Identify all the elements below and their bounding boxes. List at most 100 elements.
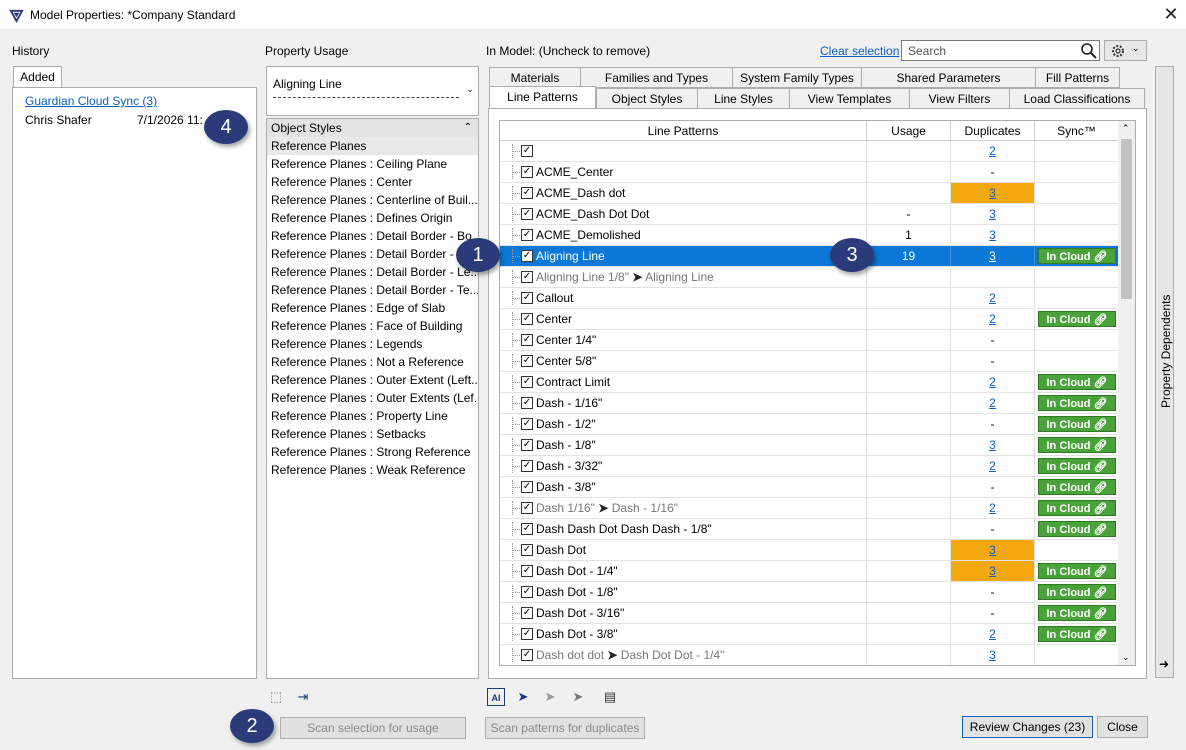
scrollbar-thumb[interactable] — [1121, 139, 1132, 299]
keep-checkbox[interactable]: ✓ — [521, 502, 533, 514]
in-cloud-badge[interactable]: In Cloud 🔗︎ — [1038, 248, 1116, 264]
in-cloud-badge[interactable]: In Cloud 🔗︎ — [1038, 395, 1116, 411]
tab-load-classifications[interactable]: Load Classifications — [1009, 88, 1145, 109]
in-cloud-badge[interactable]: In Cloud 🔗︎ — [1038, 563, 1116, 579]
keep-checkbox[interactable]: ✓ — [521, 628, 533, 640]
duplicates-link[interactable]: 2 — [989, 501, 996, 515]
merge-icon[interactable]: ➤ — [514, 688, 532, 706]
table-row[interactable]: ✓ Center 5/8" - — [500, 351, 1120, 372]
history-entry-sync[interactable]: Guardian Cloud Sync (3) — [25, 94, 157, 108]
column-header-line-patterns[interactable]: Line Patterns — [500, 121, 867, 141]
table-row[interactable]: ✓ Dash - 1/16" 2 In Cloud 🔗︎ — [500, 393, 1120, 414]
table-row[interactable]: ✓ Aligning Line 19 3 In Cloud 🔗︎ — [500, 246, 1120, 267]
in-cloud-badge[interactable]: In Cloud 🔗︎ — [1038, 374, 1116, 390]
keep-checkbox[interactable]: ✓ — [521, 649, 533, 661]
tab-view-templates[interactable]: View Templates — [789, 88, 910, 109]
table-row[interactable]: ✓ Aligning Line 1/8" ➤ Aligning Line — [500, 267, 1120, 288]
table-row[interactable]: ✓ Callout 2 — [500, 288, 1120, 309]
tab-line-styles[interactable]: Line Styles — [697, 88, 790, 109]
usage-list-item[interactable]: Reference Planes : Strong Reference — [267, 443, 478, 461]
close-icon[interactable]: ✕ — [1160, 3, 1182, 25]
duplicates-link[interactable]: 3 — [989, 249, 996, 263]
search-input[interactable]: Search — [901, 40, 1100, 61]
keep-checkbox[interactable]: ✓ — [521, 397, 533, 409]
table-row[interactable]: ✓ Dash - 1/8" 3 In Cloud 🔗︎ — [500, 435, 1120, 456]
usage-list-item[interactable]: Reference Planes : Outer Extent (Left... — [267, 371, 478, 389]
merge-disabled-icon[interactable]: ➤ — [541, 688, 559, 706]
close-button[interactable]: Close — [1097, 716, 1148, 738]
table-row[interactable]: ✓ Dash Dot - 1/4" 3 In Cloud 🔗︎ — [500, 561, 1120, 582]
duplicates-link[interactable]: 3 — [989, 543, 996, 557]
review-changes-button[interactable]: Review Changes (23) — [962, 716, 1093, 738]
keep-checkbox[interactable]: ✓ — [521, 334, 533, 346]
usage-list-item[interactable]: Reference Planes : Ceiling Plane — [267, 155, 478, 173]
scan-patterns-button[interactable]: Scan patterns for duplicates — [485, 717, 645, 739]
table-row[interactable]: ✓ Contract Limit 2 In Cloud 🔗︎ — [500, 372, 1120, 393]
keep-checkbox[interactable]: ✓ — [521, 145, 533, 157]
table-row[interactable]: ✓ Dash Dot - 3/16" - In Cloud 🔗︎ — [500, 603, 1120, 624]
in-cloud-badge[interactable]: In Cloud 🔗︎ — [1038, 311, 1116, 327]
tab-system-family-types[interactable]: System Family Types — [732, 67, 862, 88]
report-icon[interactable]: ▤ — [601, 688, 619, 706]
duplicates-link[interactable]: 2 — [989, 291, 996, 305]
usage-list-item[interactable]: Reference Planes : Outer Extents (Lef... — [267, 389, 478, 407]
usage-list-item[interactable]: Reference Planes : Property Line — [267, 407, 478, 425]
duplicates-link[interactable]: 2 — [989, 396, 996, 410]
tab-line-patterns[interactable]: Line Patterns — [489, 86, 596, 109]
usage-list-item[interactable]: Reference Planes : Weak Reference — [267, 461, 478, 479]
rename-icon[interactable]: AI — [487, 688, 505, 706]
keep-checkbox[interactable]: ✓ — [521, 292, 533, 304]
table-row[interactable]: ✓ Dash dot dot ➤ Dash Dot Dot - 1/4" 3 — [500, 645, 1120, 665]
usage-list-item[interactable]: Reference Planes : Detail Border - Te... — [267, 281, 478, 299]
usage-list-item[interactable]: Reference Planes : Centerline of Buil... — [267, 191, 478, 209]
duplicates-link[interactable]: 3 — [989, 564, 996, 578]
property-usage-dropdown[interactable]: Aligning Line ⌄ — [266, 66, 479, 116]
table-row[interactable]: ✓ Dash Dot - 3/8" 2 In Cloud 🔗︎ — [500, 624, 1120, 645]
merge-all-icon[interactable]: ➤ — [569, 688, 587, 706]
duplicates-link[interactable]: 3 — [989, 648, 996, 662]
usage-list-item[interactable]: Reference Planes : Not a Reference — [267, 353, 478, 371]
tab-fill-patterns[interactable]: Fill Patterns — [1035, 67, 1120, 88]
in-cloud-badge[interactable]: In Cloud 🔗︎ — [1038, 458, 1116, 474]
usage-list-item[interactable]: Reference Planes : Defines Origin — [267, 209, 478, 227]
duplicates-link[interactable]: 3 — [989, 207, 996, 221]
usage-list-item[interactable]: Reference Planes : Detail Border - Bo — [267, 227, 478, 245]
usage-list-item[interactable]: Reference Planes : Face of Building — [267, 317, 478, 335]
scan-selection-button[interactable]: Scan selection for usage — [280, 717, 466, 739]
duplicates-link[interactable]: 3 — [989, 228, 996, 242]
table-row[interactable]: ✓ Dash 1/16" ➤ Dash - 1/16" 2 In Cloud 🔗︎ — [500, 498, 1120, 519]
keep-checkbox[interactable]: ✓ — [521, 523, 533, 535]
keep-checkbox[interactable]: ✓ — [521, 376, 533, 388]
select-in-model-icon[interactable]: ⬚ — [267, 688, 285, 706]
usage-list-item[interactable]: Reference Planes : Detail Border - C — [267, 245, 478, 263]
tab-shared-parameters[interactable]: Shared Parameters — [861, 67, 1036, 88]
table-row[interactable]: ✓ ACME_Center - — [500, 162, 1120, 183]
keep-checkbox[interactable]: ✓ — [521, 565, 533, 577]
table-row[interactable]: ✓ Dash - 3/32" 2 In Cloud 🔗︎ — [500, 456, 1120, 477]
table-row[interactable]: ✓ Center 1/4" - — [500, 330, 1120, 351]
expand-arrow-icon[interactable]: ➜ — [1159, 657, 1169, 671]
grid-scrollbar[interactable]: ⌃ ⌄ — [1118, 121, 1135, 665]
keep-checkbox[interactable]: ✓ — [521, 460, 533, 472]
table-row[interactable]: ✓ Dash - 3/8" - In Cloud 🔗︎ — [500, 477, 1120, 498]
clear-selection-link[interactable]: Clear selection — [820, 44, 899, 58]
keep-checkbox[interactable]: ✓ — [521, 313, 533, 325]
in-cloud-badge[interactable]: In Cloud 🔗︎ — [1038, 437, 1116, 453]
usage-list-item[interactable]: Reference Planes : Legends — [267, 335, 478, 353]
table-row[interactable]: ✓ Dash Dash Dot Dash Dash - 1/8" - In Cloud… — [500, 519, 1120, 540]
column-header-usage[interactable]: Usage — [867, 121, 951, 141]
usage-list-item[interactable]: Reference Planes : Detail Border - Le... — [267, 263, 478, 281]
table-row[interactable]: ✓ Dash Dot 3 — [500, 540, 1120, 561]
duplicates-link[interactable]: 2 — [989, 144, 996, 158]
in-cloud-badge[interactable]: In Cloud 🔗︎ — [1038, 584, 1116, 600]
duplicates-link[interactable]: 2 — [989, 375, 996, 389]
property-dependents-panel[interactable]: Property Dependents ➜ — [1155, 66, 1174, 678]
duplicates-link[interactable]: 2 — [989, 627, 996, 641]
tab-added[interactable]: Added — [13, 66, 62, 88]
export-icon[interactable]: ⇥ — [294, 688, 312, 706]
duplicates-link[interactable]: 3 — [989, 438, 996, 452]
in-cloud-badge[interactable]: In Cloud 🔗︎ — [1038, 500, 1116, 516]
keep-checkbox[interactable]: ✓ — [521, 439, 533, 451]
table-row[interactable]: ✓ ACME_Dash Dot Dot -3 — [500, 204, 1120, 225]
scroll-down-icon[interactable]: ⌄ — [1122, 652, 1130, 663]
